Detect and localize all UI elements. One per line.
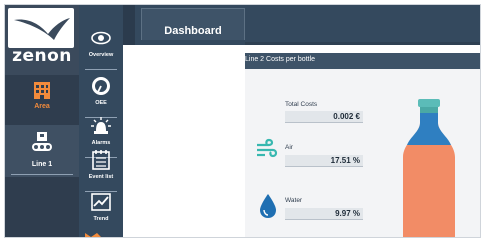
header-accent <box>123 5 135 45</box>
nav-divider <box>11 174 73 175</box>
air-icon <box>257 138 278 158</box>
gauge-icon <box>92 77 110 95</box>
nav-trend[interactable]: Trend <box>79 189 123 237</box>
partial-nav-icon <box>85 233 101 237</box>
air-label: Air <box>285 144 293 151</box>
left-nav: Area Line 1 <box>5 75 79 237</box>
nav-event-list[interactable]: Event list <box>79 147 123 195</box>
logo-text: zenon <box>12 46 72 66</box>
bottle-icon <box>403 99 455 237</box>
nav-alarms-label: Alarms <box>91 140 111 146</box>
zenon-swoosh-icon <box>8 8 74 48</box>
air-value: 17.51 % <box>285 155 363 167</box>
nav-event-list-label: Event list <box>88 174 114 180</box>
tab-dashboard-label: Dashboard <box>164 25 222 37</box>
app-window: zenon Area Line 1 Overview OEE Alarms Ev… <box>4 4 481 238</box>
header-strip <box>245 42 480 45</box>
nav-item-line-1[interactable]: Line 1 <box>5 125 79 177</box>
total-costs-value: 0.002 € <box>285 111 363 123</box>
water-label: Water <box>285 197 303 204</box>
nav-item-line-1-label: Line 1 <box>31 161 53 168</box>
nav-divider <box>85 69 117 70</box>
nav-item-area[interactable]: Area <box>5 75 79 125</box>
event-list-icon <box>92 150 110 170</box>
panel-title: Line 2 Costs per bottle <box>245 56 316 63</box>
icon-nav: Overview OEE Alarms Event list Trend <box>79 5 123 237</box>
nav-trend-label: Trend <box>93 216 109 222</box>
tab-dashboard[interactable]: Dashboard <box>141 8 245 40</box>
nav-overview[interactable]: Overview <box>79 25 123 73</box>
logo: zenon <box>5 5 79 75</box>
water-value: 9.97 % <box>285 208 363 220</box>
factory-icon <box>34 82 50 99</box>
nav-oee-label: OEE <box>95 100 107 106</box>
eye-icon <box>91 31 111 45</box>
trend-chart-icon <box>91 193 111 211</box>
nav-item-area-label: Area <box>34 103 50 110</box>
main-blank-area <box>123 45 245 237</box>
alarm-bell-icon <box>91 117 111 134</box>
line-icon <box>32 132 52 151</box>
nav-overview-label: Overview <box>88 52 114 58</box>
water-drop-icon <box>260 194 276 218</box>
panel-header: Line 2 Costs per bottle <box>245 53 480 69</box>
total-costs-label: Total Costs <box>285 101 318 108</box>
